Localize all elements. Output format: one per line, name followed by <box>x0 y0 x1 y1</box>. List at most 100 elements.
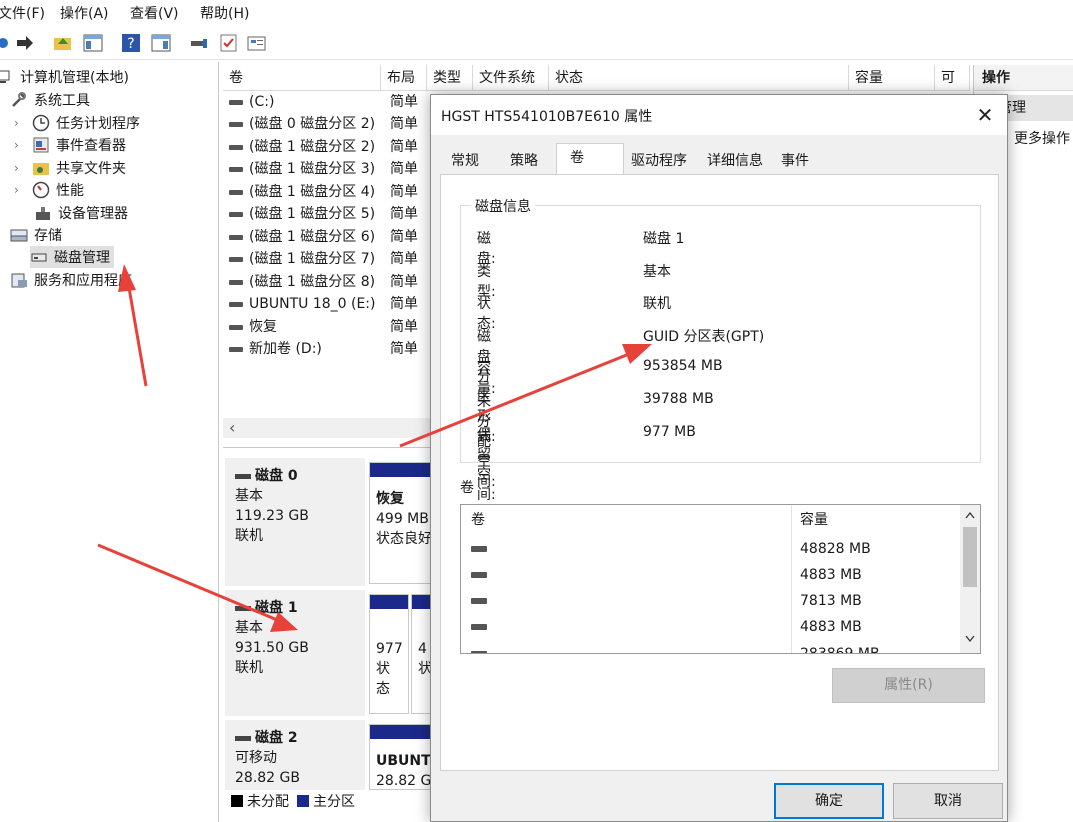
table-row[interactable]: 4883 MB <box>461 614 961 640</box>
properties-icon[interactable] <box>246 32 268 54</box>
help-icon[interactable]: ? <box>120 32 142 54</box>
navigation-tree: 计算机管理(本地) 系统工具 › 任务计划程序 › 事件查看器 › 共享文件夹 … <box>0 62 219 822</box>
tab-general[interactable]: 常规 <box>442 147 488 175</box>
column-layout[interactable]: 布局 <box>381 65 427 91</box>
column-type[interactable]: 类型 <box>427 65 473 91</box>
chevron-right-icon[interactable]: › <box>14 183 28 197</box>
tree-item-device-manager[interactable]: 设备管理器 <box>34 202 128 224</box>
scroll-left-arrow[interactable]: ‹ <box>229 418 235 438</box>
info-key: 保留空间: <box>477 427 496 503</box>
tab-policies[interactable]: 策略 <box>501 147 547 175</box>
disk-2-label[interactable]: 磁盘 2 可移动 28.82 GB <box>225 720 365 790</box>
menu-action[interactable]: 操作(A) <box>60 3 109 23</box>
partition-disk1-1[interactable]: 977 状态 <box>369 594 409 714</box>
table-row[interactable]: 7813 MB <box>461 588 961 614</box>
close-icon[interactable]: ✕ <box>973 103 997 127</box>
disk-size: 119.23 GB <box>235 508 309 524</box>
disk-1-label[interactable]: 磁盘 1 基本 931.50 GB 联机 <box>225 590 365 716</box>
menu-help[interactable]: 帮助(H) <box>200 3 249 23</box>
check-icon[interactable] <box>218 32 240 54</box>
toolbar: ? <box>0 26 1073 60</box>
tree-item-event-viewer[interactable]: › 事件查看器 <box>14 134 126 156</box>
list-item[interactable]: (磁盘 1 磁盘分区 4) 简单 <box>223 181 418 203</box>
menu-file[interactable]: 文件(F) <box>0 3 45 23</box>
tree-item-performance[interactable]: › 性能 <box>14 179 84 201</box>
partition-recovery[interactable]: 恢复 499 MB 状态良好 <box>369 462 439 584</box>
chevron-right-icon[interactable]: › <box>14 138 28 152</box>
up-folder-icon[interactable] <box>52 32 74 54</box>
info-value: 953854 MB <box>643 358 723 374</box>
list-item[interactable]: (磁盘 1 磁盘分区 8) 简单 <box>223 271 418 293</box>
disk-status: 联机 <box>235 528 263 544</box>
tree-item-task-scheduler[interactable]: › 任务计划程序 <box>14 112 140 134</box>
column-capacity[interactable]: 容量 <box>800 505 828 535</box>
tree-item-disk-management[interactable]: 磁盘管理 <box>30 246 114 268</box>
tree-label: 事件查看器 <box>56 138 126 154</box>
menu-view[interactable]: 查看(V) <box>130 3 179 23</box>
tab-volumes[interactable]: 卷 <box>556 143 624 175</box>
show-hide-actions-icon[interactable] <box>150 32 172 54</box>
list-item[interactable]: (C:) 简单 <box>223 91 418 113</box>
properties-button[interactable]: 属性(R) <box>832 668 985 703</box>
disk-name: 磁盘 0 <box>255 468 298 484</box>
volume-layout: 简单 <box>390 139 418 155</box>
show-hide-tree-icon[interactable] <box>82 32 104 54</box>
list-item[interactable]: (磁盘 1 磁盘分区 6) 简单 <box>223 226 418 248</box>
connect-icon[interactable] <box>188 32 210 54</box>
chevron-down-icon[interactable] <box>965 635 975 643</box>
tree-item-shared-folders[interactable]: › 共享文件夹 <box>14 157 126 179</box>
column-status[interactable]: 状态 <box>549 65 849 91</box>
column-volume[interactable]: 卷 <box>223 65 381 91</box>
list-item[interactable]: (磁盘 1 磁盘分区 5) 简单 <box>223 203 418 225</box>
list-item[interactable]: (磁盘 1 磁盘分区 3) 简单 <box>223 158 418 180</box>
table-row[interactable]: 283869 MB <box>461 641 961 653</box>
volume-name: (磁盘 1 磁盘分区 6) <box>249 229 376 245</box>
volume-layout: 简单 <box>390 161 418 177</box>
volumes-table[interactable]: 卷 容量 48828 MB 4883 MB 7813 MB 4883 MB 28… <box>460 504 981 654</box>
table-row[interactable]: 4883 MB <box>461 562 961 588</box>
partition-status: 状态良好 <box>376 531 432 547</box>
tree-item-services-apps[interactable]: 服务和应用程序 <box>10 269 132 291</box>
partition-ubuntu[interactable]: UBUNT 28.82 G <box>369 724 439 790</box>
tab-driver[interactable]: 驱动程序 <box>624 147 694 175</box>
volume-list: (C:) 简单 (磁盘 0 磁盘分区 2) 简单 (磁盘 1 磁盘分区 2) 简单 (… <box>223 91 430 421</box>
forward-icon[interactable] <box>14 32 36 54</box>
partition-size: 977 <box>376 641 403 657</box>
ok-button[interactable]: 确定 <box>774 783 884 819</box>
chevron-right-icon[interactable]: › <box>14 116 28 130</box>
chevron-right-icon[interactable]: › <box>14 161 28 175</box>
volume-name: 新加卷 (D:) <box>249 341 322 357</box>
row-capacity: 48828 MB <box>800 541 871 557</box>
list-item[interactable]: (磁盘 0 磁盘分区 2) 简单 <box>223 113 418 135</box>
cancel-button[interactable]: 取消 <box>893 783 1003 819</box>
list-item[interactable]: (磁盘 1 磁盘分区 2) 简单 <box>223 136 418 158</box>
list-item[interactable]: 新加卷 (D:) 简单 <box>223 338 418 360</box>
tree-item-system-tools[interactable]: 系统工具 <box>10 89 90 111</box>
tree-item-storage[interactable]: 存储 <box>10 224 62 246</box>
list-item[interactable]: 恢复 简单 <box>223 316 418 338</box>
horizontal-scrollbar[interactable]: ‹ <box>223 418 430 438</box>
tab-details[interactable]: 详细信息 <box>701 147 769 175</box>
tree-item-computer-management[interactable]: 计算机管理(本地) <box>0 66 129 88</box>
info-value: 基本 <box>643 264 671 280</box>
list-item[interactable]: UBUNTU 18_0 (E:) 简单 <box>223 293 418 315</box>
disk-0-label[interactable]: 磁盘 0 基本 119.23 GB 联机 <box>225 458 365 586</box>
vertical-scrollbar[interactable] <box>960 505 980 653</box>
volume-name: (C:) <box>249 94 275 110</box>
column-filesystem[interactable]: 文件系统 <box>473 65 549 91</box>
table-row[interactable]: 48828 MB <box>461 536 961 562</box>
list-item[interactable]: (磁盘 1 磁盘分区 7) 简单 <box>223 248 418 270</box>
column-volume[interactable]: 卷 <box>471 505 485 535</box>
info-value: 39788 MB <box>643 391 714 407</box>
partition-name: UBUNT <box>376 753 431 769</box>
dialog-titlebar[interactable]: HGST HTS541010B7E610 属性 ✕ <box>431 95 1007 135</box>
disk-name: 磁盘 1 <box>255 600 298 616</box>
volume-layout: 简单 <box>390 251 418 267</box>
tab-events[interactable]: 事件 <box>775 147 815 175</box>
chevron-up-icon[interactable] <box>965 511 975 519</box>
column-free[interactable]: 可 <box>935 65 970 91</box>
column-capacity[interactable]: 容量 <box>849 65 935 91</box>
scrollbar-thumb[interactable] <box>963 527 977 587</box>
actions-item-more[interactable]: 更多操作 <box>1014 127 1070 151</box>
drive-icon <box>471 651 487 653</box>
